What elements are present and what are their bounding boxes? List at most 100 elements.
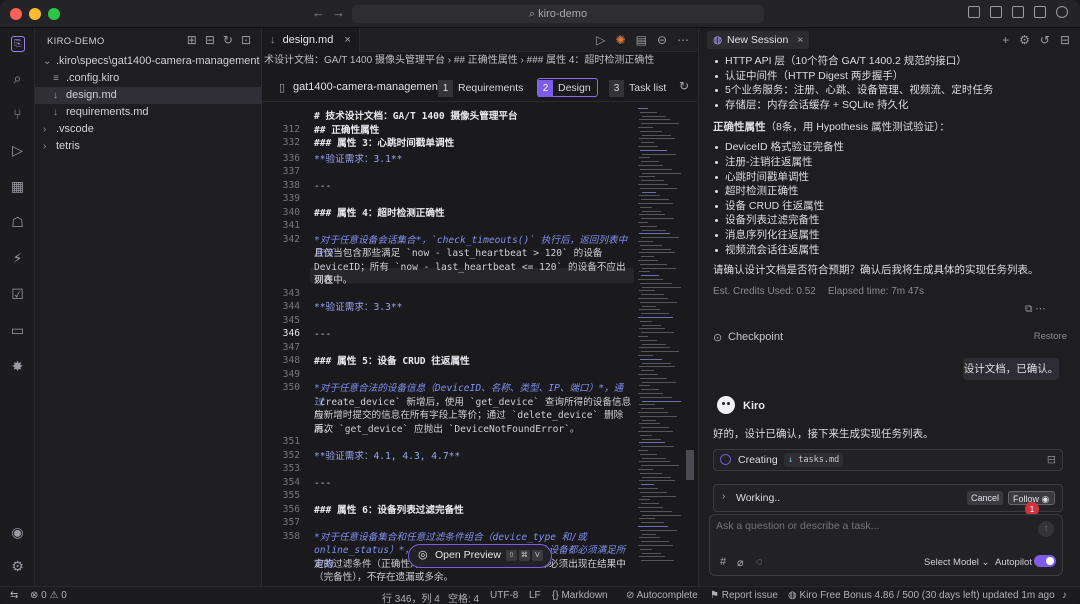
kiro-spark-icon[interactable]: ✺ [616, 33, 626, 47]
kiro-ghost-icon[interactable]: ☖ [9, 214, 26, 231]
minimap-line [639, 404, 655, 406]
open-file-icon[interactable]: ⊟ [1047, 453, 1056, 466]
close-session-icon[interactable]: × [797, 34, 803, 46]
toggle-sidebar-icon[interactable] [990, 6, 1002, 18]
checkpoint-row: ⊙ Checkpoint Restore [713, 330, 1067, 346]
minimap[interactable] [638, 108, 686, 586]
toggle-secondary-sidebar-icon[interactable] [1034, 6, 1046, 18]
step-task-list[interactable]: 3 Task list [608, 78, 673, 97]
tree-item[interactable]: ≡ .config.kiro [35, 70, 262, 87]
close-panel-icon[interactable]: ⊟ [1060, 33, 1070, 47]
indentation[interactable]: 空格: 4 [448, 590, 479, 604]
context-hash-icon[interactable]: # [720, 556, 726, 568]
tree-item-label: .kiro\specs\gat1400-camera-management [56, 55, 260, 67]
code-view[interactable]: # 技术设计文档：GA/T 1400 摄像头管理平台 312 ## 正确性属性 332… [262, 108, 642, 596]
line-ending[interactable]: LF [529, 590, 541, 601]
send-button[interactable]: ↑ [1038, 521, 1054, 537]
history-icon[interactable]: ↺ [1040, 33, 1050, 47]
source-control-icon[interactable]: ⑂ [9, 106, 26, 123]
breadcrumb[interactable]: 术设计文档：GA/T 1400 摄像头管理平台 › ## 正确性属性 › ###… [262, 52, 697, 70]
split-editor-icon[interactable]: ⊖ [657, 33, 667, 47]
explorer-title: KIRO-DEMO [47, 36, 105, 47]
command-search[interactable]: ⌕ kiro-demo [352, 5, 764, 23]
tab-design-md[interactable]: ↓ design.md × [262, 28, 360, 52]
minimap-line [638, 127, 653, 128]
sparkle-icon[interactable]: ✸ [9, 358, 26, 375]
scrollbar-thumb[interactable] [686, 450, 694, 480]
line-number: 354 [282, 476, 300, 488]
step-design[interactable]: 2 Design [537, 78, 598, 97]
language-mode[interactable]: {} Markdown [552, 590, 608, 601]
run-debug-icon[interactable]: ▷ [9, 142, 26, 159]
step-requirements[interactable]: 1 Requirements [437, 78, 530, 97]
code-line: **验证需求：3.3** [314, 302, 403, 313]
minimap-line [639, 119, 670, 121]
model-selector[interactable]: Select Model ⌄ [924, 557, 990, 568]
back-arrow-icon[interactable]: ← [312, 5, 325, 20]
line-number: 350 [282, 382, 300, 393]
explorer-icon[interactable]: ⎘ [11, 36, 25, 52]
search-icon[interactable]: ⌕ [9, 70, 26, 87]
line-number: 343 [282, 287, 300, 299]
restore-link[interactable]: Restore [1034, 331, 1067, 342]
tree-item[interactable]: ⌄ .kiro\specs\gat1400-camera-management [35, 53, 262, 70]
chat-settings-icon[interactable]: ⚙ [1019, 33, 1030, 47]
problems-indicator[interactable]: ⊗ 0 ⚠ 0 [30, 590, 67, 601]
close-tab-icon[interactable]: × [344, 34, 350, 46]
forward-arrow-icon[interactable]: → [332, 5, 345, 20]
minimap-line [641, 142, 654, 144]
expand-chevron-icon[interactable]: › [722, 491, 725, 502]
new-file-icon[interactable]: ⊞ [187, 33, 197, 47]
remote-icon[interactable]: ⇆ [10, 590, 18, 601]
autopilot-toggle[interactable] [1034, 555, 1056, 567]
autocomplete-status[interactable]: ⊘ Autocomplete [626, 590, 698, 601]
tree-item[interactable]: ↓ design.md [35, 87, 262, 104]
folder-icon[interactable]: ▭ [9, 322, 26, 339]
run-icon[interactable]: ▷ [596, 33, 605, 47]
extensions-icon[interactable]: ▦ [9, 178, 26, 195]
refresh-icon[interactable]: ↻ [223, 33, 233, 47]
chat-input[interactable] [716, 520, 1026, 542]
property-item: 视频流会话往返属性 [725, 243, 820, 256]
cancel-button[interactable]: Cancel [967, 491, 1004, 505]
more-actions-icon[interactable]: ⋯ [677, 33, 689, 47]
session-tab[interactable]: ◍ New Session × [707, 31, 810, 49]
line-number: 340 [282, 206, 300, 218]
account-icon[interactable] [1056, 6, 1068, 18]
minimap-line [641, 180, 664, 182]
refresh-icon[interactable]: ↻ [679, 79, 689, 93]
minimize-window-button[interactable] [29, 8, 41, 20]
cursor-position[interactable]: 行 346，列 4 [382, 590, 440, 604]
file-chip[interactable]: ↓ tasks.md [784, 453, 844, 467]
mcp-icon[interactable]: ⚡ [9, 250, 26, 267]
zoom-window-button[interactable] [48, 8, 60, 20]
preview-icon[interactable]: ▤ [636, 33, 647, 47]
new-folder-icon[interactable]: ⊟ [205, 33, 215, 47]
report-issue[interactable]: ⚑ Report issue [710, 590, 778, 601]
toggle-panel-icon[interactable] [1012, 6, 1024, 18]
notifications-bell-icon[interactable]: ♪ [1062, 590, 1067, 601]
attach-icon[interactable]: ⌀ [737, 556, 744, 569]
minimap-line [641, 161, 659, 163]
new-session-icon[interactable]: + [1002, 33, 1009, 47]
settings-gear-icon[interactable]: ⚙ [9, 558, 26, 575]
account-icon[interactable]: ◉ [9, 524, 26, 541]
close-window-button[interactable] [10, 8, 22, 20]
minimap-line [642, 495, 676, 497]
collapse-all-icon[interactable]: ⊡ [241, 33, 251, 47]
tree-item[interactable]: › .vscode [35, 121, 262, 138]
specs-icon[interactable]: ☑ [9, 286, 26, 303]
autopilot-label: Autopilot [995, 557, 1032, 568]
open-preview-button[interactable]: ◎ Open Preview ⇧ ⌘ V [408, 544, 552, 568]
image-icon[interactable]: ◌ [756, 556, 763, 568]
minimap-line [641, 541, 669, 543]
encoding[interactable]: UTF-8 [490, 590, 518, 601]
line-number: 353 [282, 463, 300, 474]
layout-grid-icon[interactable] [968, 6, 980, 18]
tree-item[interactable]: › tetris [35, 138, 262, 155]
minimap-line [638, 469, 653, 470]
minimap-line [642, 134, 671, 136]
tree-item[interactable]: ↓ requirements.md [35, 104, 262, 121]
minimap-line [638, 507, 663, 508]
bonus-status[interactable]: ◍ Kiro Free Bonus 4.86 / 500 (30 days le… [788, 590, 1055, 601]
